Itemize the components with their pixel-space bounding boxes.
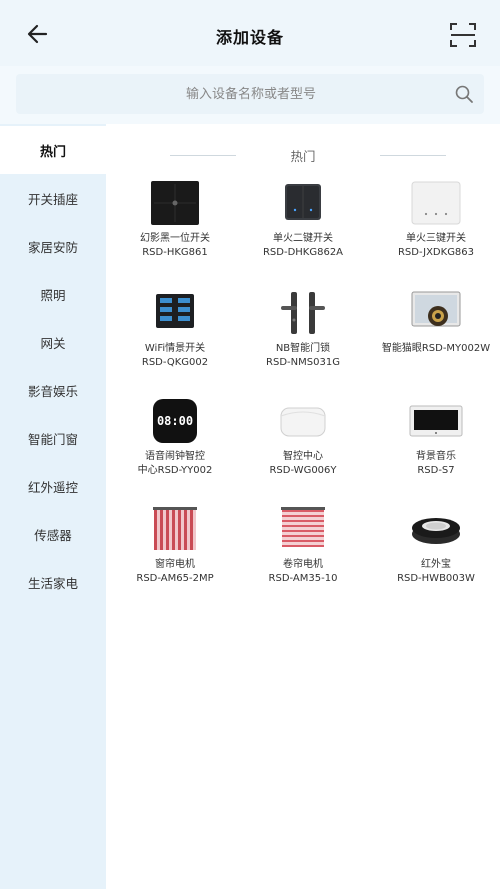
product-model: RSD-WG006Y (269, 465, 337, 476)
sidebar-item-label: 智能门窗 (27, 431, 78, 447)
dark-two-key-switch-icon (285, 184, 321, 220)
sidebar-item-home-security[interactable]: 家居安防 (0, 222, 106, 270)
search-input[interactable] (16, 74, 446, 114)
app-header: 添加设备 (0, 0, 500, 66)
divider (380, 155, 446, 156)
hub-icon (280, 407, 326, 437)
product-name: 红外宝 (421, 559, 451, 570)
product-name: 窗帘电机 (155, 559, 195, 570)
category-sidebar: 热门 开关插座 家居安防 照明 网关 影音娱乐 智能门窗 红外遥控 传感器 生活… (0, 124, 106, 889)
product-name: 单火二键开关 (273, 233, 333, 244)
product-model: 智能猫眼RSD-MY002W (381, 343, 491, 354)
sidebar-item-entertainment[interactable]: 影音娱乐 (0, 366, 106, 414)
sidebar-item-label: 生活家电 (27, 575, 78, 591)
alarm-clock-icon: 08:00 (153, 399, 197, 443)
product-panel: 热门 幻影黑一位开关 RSD-HKG861 单火二键开关 RSD-DHKG862… (106, 124, 500, 889)
product-model: RSD-NMS031G (266, 357, 340, 368)
product-card[interactable]: 智控中心 RSD-WG006Y (239, 398, 367, 498)
product-name: 背景音乐 (416, 451, 456, 462)
product-card[interactable]: 幻影黑一位开关 RSD-HKG861 (111, 180, 239, 280)
product-model: RSD-JXDKG863 (397, 247, 475, 258)
product-card[interactable]: 单火三键开关 RSD-JXDKG863 (372, 180, 500, 280)
product-model: RSD-S7 (417, 465, 455, 476)
ir-blaster-icon (412, 518, 460, 544)
product-model: RSD-HKG861 (142, 247, 208, 258)
white-three-key-switch-icon (411, 181, 461, 225)
product-card[interactable]: 窗帘电机 RSD-AM65-2MP (111, 506, 239, 606)
product-model: RSD-AM65-2MP (136, 573, 214, 584)
sidebar-item-switch-socket[interactable]: 开关插座 (0, 174, 106, 222)
page-title: 添加设备 (215, 28, 284, 47)
sidebar-item-label: 红外遥控 (27, 479, 78, 495)
product-model: RSD-AM35-10 (268, 573, 338, 584)
sidebar-item-gateway[interactable]: 网关 (0, 318, 106, 366)
sidebar-item-label: 热门 (39, 144, 66, 160)
sidebar-item-label: 影音娱乐 (27, 383, 78, 399)
product-name: NB智能门锁 (275, 343, 331, 354)
door-lock-icon (281, 292, 325, 334)
roller-blind-icon (281, 507, 325, 547)
product-model: RSD-DHKG862A (262, 247, 344, 258)
sidebar-item-hot[interactable]: 热门 (0, 126, 106, 174)
product-card[interactable]: 智能猫眼RSD-MY002W (372, 290, 500, 390)
product-name: 智控中心 (283, 451, 323, 462)
product-name: 单火三键开关 (406, 233, 466, 244)
peephole-camera-icon (411, 291, 461, 327)
product-card[interactable]: 卷帘电机 RSD-AM35-10 (239, 506, 367, 606)
curtain-icon (153, 507, 197, 550)
sidebar-item-label: 开关插座 (27, 191, 78, 207)
sidebar-item-lighting[interactable]: 照明 (0, 270, 106, 318)
product-name: 幻影黑一位开关 (140, 233, 210, 244)
product-card[interactable]: 单火二键开关 RSD-DHKG862A (239, 180, 367, 280)
sidebar-item-label: 家居安防 (27, 239, 78, 255)
product-model: RSD-HWB003W (397, 573, 475, 584)
search-icon[interactable] (454, 84, 474, 104)
sidebar-item-label: 网关 (40, 335, 66, 351)
sidebar-item-label: 照明 (40, 287, 66, 303)
scan-icon[interactable] (448, 20, 478, 50)
black-switch-icon (151, 181, 199, 225)
product-card[interactable]: 背景音乐 RSD-S7 (372, 398, 500, 498)
product-model: 中心RSD-YY002 (137, 465, 213, 476)
sidebar-item-label: 传感器 (34, 527, 72, 543)
sidebar-item-ir-remote[interactable]: 红外遥控 (0, 462, 106, 510)
sidebar-item-appliances[interactable]: 生活家电 (0, 558, 106, 606)
product-card[interactable]: 08:00 语音闹钟智控 中心RSD-YY002 (111, 398, 239, 498)
search-bar (16, 74, 484, 114)
product-name: 语音闹钟智控 (145, 451, 205, 462)
music-panel-icon (409, 405, 463, 437)
product-name: WiFi情景开关 (144, 343, 206, 354)
scene-switch-icon (156, 294, 194, 328)
sidebar-item-doors-windows[interactable]: 智能门窗 (0, 414, 106, 462)
section-header: 热门 (106, 146, 500, 166)
sidebar-item-sensor[interactable]: 传感器 (0, 510, 106, 558)
clock-display: 08:00 (157, 414, 193, 428)
product-name: 卷帘电机 (283, 559, 323, 570)
product-model: RSD-QKG002 (141, 357, 209, 368)
product-card[interactable]: NB智能门锁 RSD-NMS031G (239, 290, 367, 390)
product-card[interactable]: 红外宝 RSD-HWB003W (372, 506, 500, 606)
product-card[interactable]: WiFi情景开关 RSD-QKG002 (111, 290, 239, 390)
